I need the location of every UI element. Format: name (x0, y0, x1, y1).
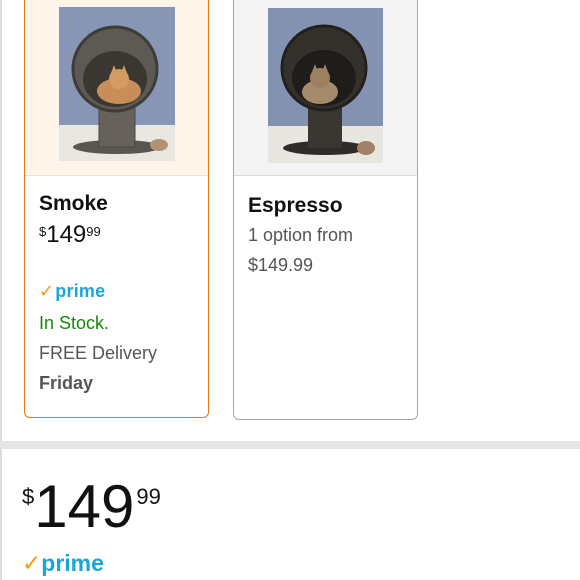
option-price: $149.99 (248, 255, 314, 275)
stock-status: In Stock. (39, 313, 110, 333)
product-image-smoke (59, 7, 175, 161)
prime-badge: ✓prime (39, 281, 106, 301)
variant-card-smoke[interactable]: Smoke $14999 ✓prime In Stock. FREE Deliv… (24, 0, 209, 418)
main-price: $14999 (22, 473, 161, 540)
variant-price: $14999 (39, 221, 101, 248)
delivery-day: Friday (39, 373, 94, 393)
product-image-espresso (268, 8, 383, 163)
prime-badge-main: ✓prime (22, 550, 104, 576)
section-divider (0, 441, 580, 449)
page-edge (0, 449, 2, 580)
variant-image-area (25, 0, 208, 176)
prime-check-icon: ✓ (22, 550, 42, 576)
variant-name: Espresso (248, 194, 343, 217)
variant-name: Smoke (39, 192, 108, 215)
page-edge (0, 0, 2, 441)
delivery-label: FREE Delivery (39, 343, 158, 363)
variant-image-area (234, 0, 417, 176)
option-count: 1 option from (248, 225, 354, 245)
prime-check-icon: ✓ (39, 281, 55, 301)
variant-card-espresso[interactable]: Espresso 1 option from $149.99 (233, 0, 418, 420)
